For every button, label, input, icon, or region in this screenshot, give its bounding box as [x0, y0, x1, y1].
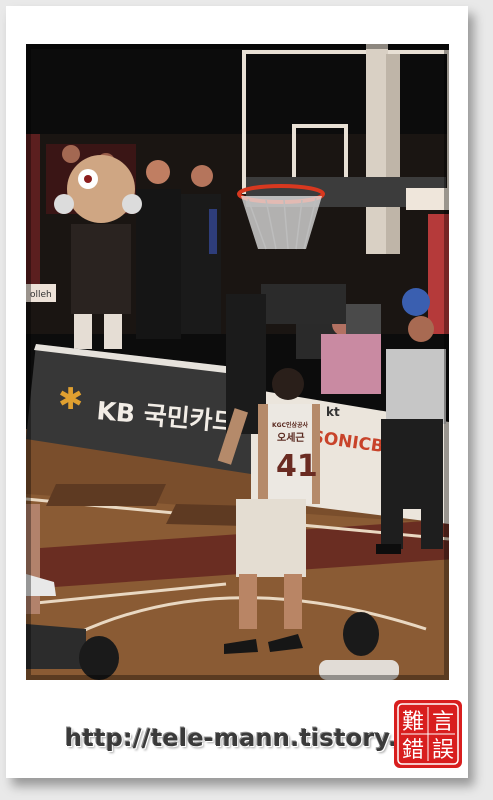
kt-logo-text: kt	[326, 405, 340, 419]
kb-logo-mark: ✱	[58, 382, 83, 417]
seal-char-2: 言	[432, 710, 454, 735]
scoreboard-sign-text: olleh	[30, 290, 52, 300]
seal-char-3: 錯	[402, 738, 424, 763]
basketball-photo: olleh ✱ KB 국민카드 kt SONICBOOM KGC인삼공사 오세근…	[26, 44, 449, 680]
seal-char-1: 難	[402, 710, 424, 735]
jersey-name-text: 오세근	[277, 431, 305, 444]
red-seal-stamp: 難 言 錯 誤	[394, 700, 462, 768]
jersey-team-text: KGC인삼공사	[272, 421, 309, 429]
jersey-number-text: 41	[276, 449, 318, 484]
watermark-url: http://tele-mann.tistory.com	[65, 724, 454, 752]
seal-char-4: 誤	[432, 738, 454, 763]
